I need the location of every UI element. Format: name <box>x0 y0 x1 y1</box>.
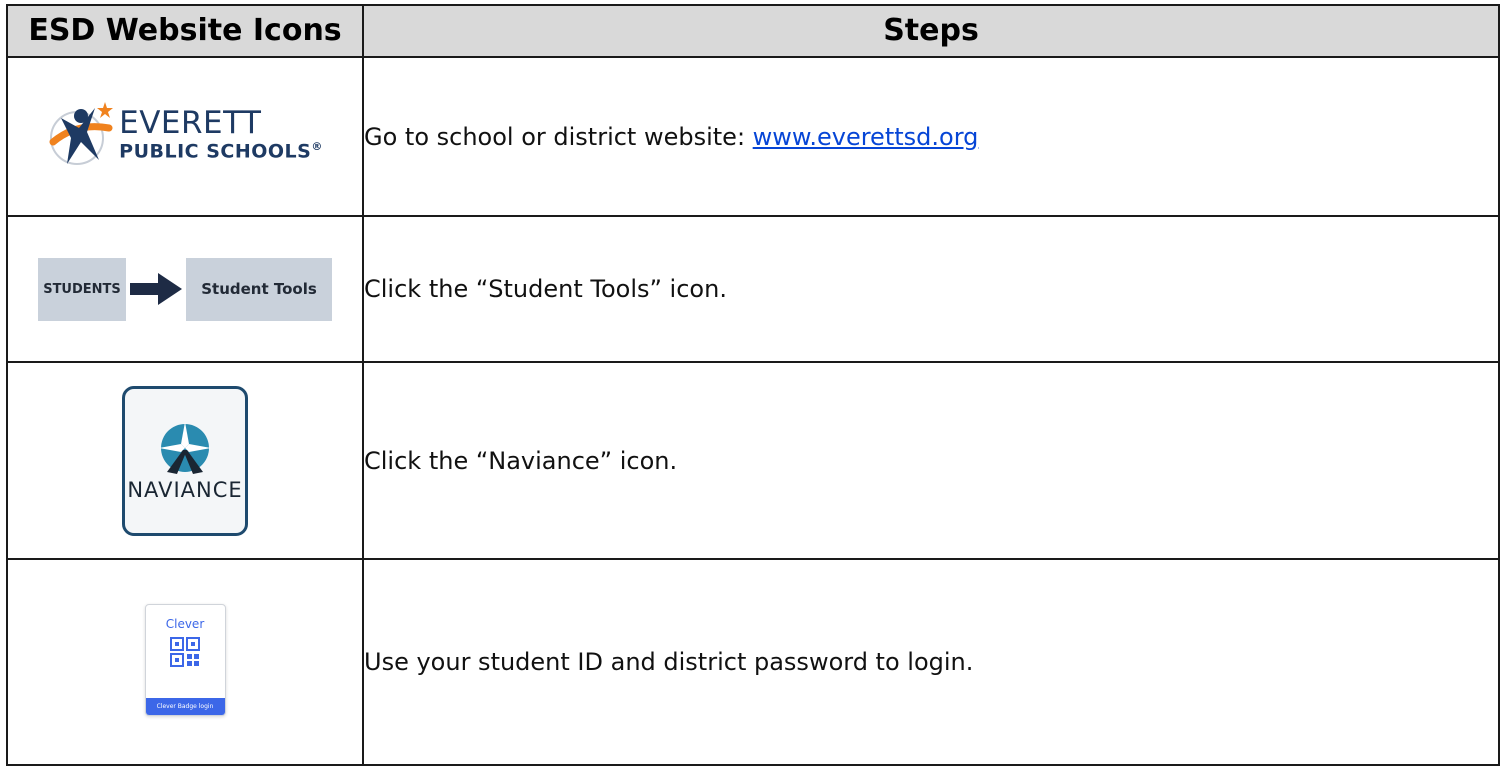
clever-badge-login-label: Clever Badge login <box>145 698 225 715</box>
table-row: EVERETT PUBLIC SCHOOLS® Go to school or … <box>6 56 1500 217</box>
students-box: STUDENTS <box>38 257 126 321</box>
table-row: STUDENTS Student Tools Click the “Studen… <box>6 215 1500 363</box>
everett-subtitle: PUBLIC SCHOOLS® <box>119 139 323 163</box>
icon-cell: STUDENTS Student Tools <box>6 215 364 363</box>
naviance-compass-icon <box>159 421 211 474</box>
everett-logo: EVERETT PUBLIC SCHOOLS® <box>47 98 323 172</box>
steps-table: ESD Website Icons Steps EVERETT PUBLIC S… <box>6 4 1500 766</box>
everett-figure-icon <box>49 101 114 165</box>
icon-cell: Clever Clever Badge login <box>6 558 364 766</box>
everett-name: EVERETT <box>119 104 262 141</box>
header-icons: ESD Website Icons <box>6 4 364 58</box>
naviance-tile: NAVIANCE <box>122 385 248 536</box>
clever-badge: Clever Clever Badge login <box>144 604 226 716</box>
student-tools-box: Student Tools <box>186 257 332 321</box>
icon-cell: NAVIANCE <box>6 361 364 560</box>
step-cell: Click the “Student Tools” icon. <box>362 215 1500 363</box>
step-cell: Use your student ID and district passwor… <box>362 558 1500 766</box>
registered-mark: ® <box>311 139 323 153</box>
step-text: Go to school or district website: <box>364 122 753 151</box>
table-row: NAVIANCE Click the “Naviance” icon. <box>6 361 1500 560</box>
clever-brand-label: Clever <box>165 617 205 631</box>
header-steps: Steps <box>362 4 1500 58</box>
icon-cell: EVERETT PUBLIC SCHOOLS® <box>6 56 364 217</box>
table-row: Clever Clever Badge login Use your stude… <box>6 558 1500 766</box>
district-website-link[interactable]: www.everettsd.org <box>753 123 979 151</box>
naviance-label: NAVIANCE <box>127 477 243 502</box>
step-cell: Go to school or district website: www.ev… <box>362 56 1500 217</box>
header-row: ESD Website Icons Steps <box>6 4 1500 58</box>
students-to-tools-graphic: STUDENTS Student Tools <box>38 257 332 321</box>
right-arrow-icon <box>126 269 186 309</box>
qr-code-icon <box>170 637 200 667</box>
step-cell: Click the “Naviance” icon. <box>362 361 1500 560</box>
